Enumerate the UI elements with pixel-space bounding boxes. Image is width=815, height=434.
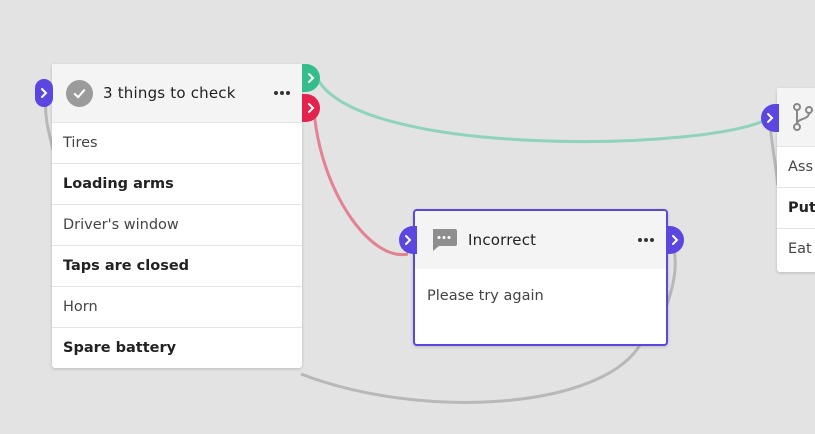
checklist-item[interactable]: Tires <box>52 122 302 163</box>
chat-bubble-icon <box>430 227 458 253</box>
checklist-node-header[interactable]: 3 things to check <box>52 64 302 122</box>
node-title: 3 things to check <box>103 84 236 102</box>
branch-item[interactable]: Ass <box>777 146 815 187</box>
node-title: Incorrect <box>468 231 537 249</box>
edge-success[interactable] <box>315 77 770 144</box>
chevron-right-icon <box>767 113 774 123</box>
chevron-right-icon <box>308 73 315 83</box>
chevron-right-icon <box>308 103 315 113</box>
branch-item[interactable]: Put <box>777 187 815 228</box>
branch-item[interactable]: Eat <box>777 228 815 269</box>
branch-node[interactable]: Ass Put Eat <box>777 88 815 272</box>
more-options-icon[interactable] <box>638 238 654 242</box>
checklist-input-port[interactable] <box>35 79 53 107</box>
checklist-item[interactable]: Horn <box>52 286 302 327</box>
checklist-node[interactable]: 3 things to check Tires Loading arms Dri… <box>52 64 302 368</box>
checklist-item[interactable]: Driver's window <box>52 204 302 245</box>
edge-default-return[interactable] <box>300 344 642 404</box>
checklist-item[interactable]: Taps are closed <box>52 245 302 286</box>
checklist-item[interactable]: Loading arms <box>52 163 302 204</box>
branch-node-header[interactable] <box>777 88 815 146</box>
chevron-right-icon <box>672 235 679 245</box>
branch-icon <box>792 102 814 132</box>
more-options-icon[interactable] <box>274 91 290 95</box>
edge-fail[interactable] <box>312 109 409 257</box>
message-node-header[interactable]: Incorrect <box>415 211 666 269</box>
message-body[interactable]: Please try again <box>415 269 666 323</box>
message-node[interactable]: Incorrect Please try again <box>413 209 668 346</box>
chevron-right-icon <box>41 88 48 98</box>
chevron-right-icon <box>405 235 412 245</box>
checklist-item[interactable]: Spare battery <box>52 327 302 368</box>
check-circle-icon <box>66 79 93 107</box>
